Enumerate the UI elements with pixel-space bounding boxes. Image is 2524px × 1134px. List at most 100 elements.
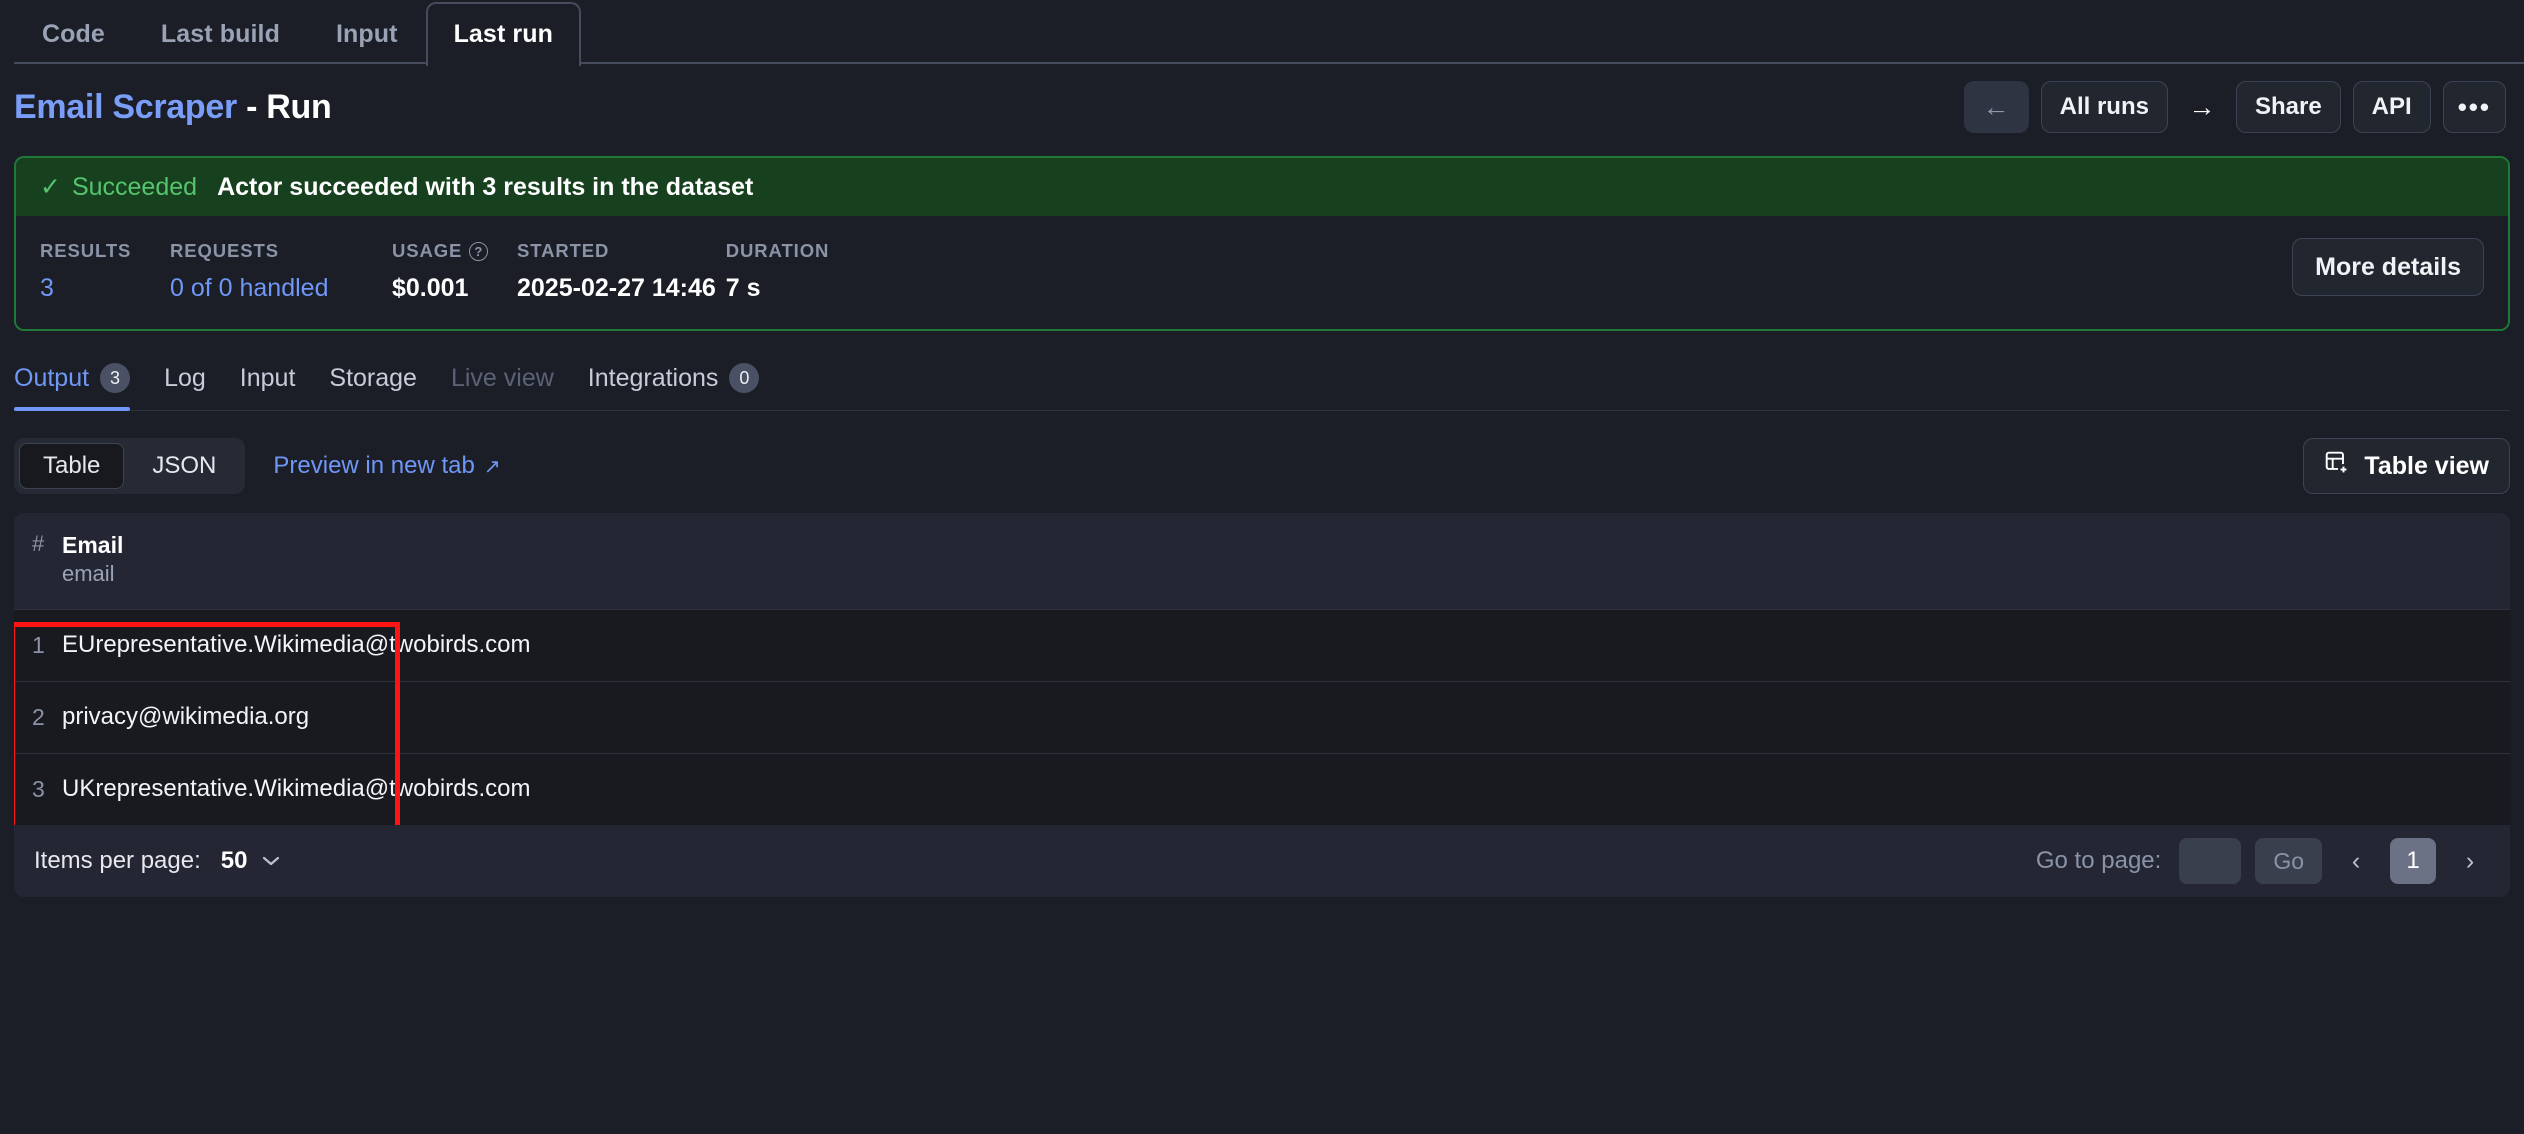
tab-input[interactable]: Input	[223, 345, 313, 411]
page-title-suffix: - Run	[246, 87, 332, 126]
all-runs-button[interactable]: All runs	[2040, 81, 2168, 133]
run-status-card: ✓ Succeeded Actor succeeded with 3 resul…	[14, 156, 2510, 331]
row-index: 2	[14, 680, 62, 754]
header-index-cell: #	[14, 513, 62, 610]
tab-storage[interactable]: Storage	[312, 345, 434, 411]
pagination-controls: Go to page: Go ‹ 1 ›	[2035, 838, 2490, 885]
stat-started-label: STARTED	[517, 240, 610, 261]
stat-results: RESULTS 3	[40, 240, 160, 303]
api-button[interactable]: API	[2352, 81, 2431, 133]
status-message: Actor succeeded with 3 results in the da…	[217, 172, 754, 201]
check-icon: ✓	[40, 172, 61, 201]
page-title: Email Scraper - Run	[14, 87, 332, 127]
run-section-tabs: Output 3 Log Input Storage Live view Int…	[14, 345, 2510, 411]
output-view-controls: Table JSON Preview in new tab ↗ Table vi…	[14, 437, 2510, 495]
header-actions: ← All runs → Share API •••	[1963, 81, 2506, 133]
top-tab-input[interactable]: Input	[308, 2, 426, 64]
items-per-page-label: Items per page:	[34, 847, 201, 875]
tab-integrations-label: Integrations	[587, 363, 719, 392]
table-row[interactable]: 1 EUrepresentative.Wikimedia@twobirds.co…	[14, 608, 2510, 682]
table-body: 1 EUrepresentative.Wikimedia@twobirds.co…	[14, 608, 2510, 826]
page-header: Email Scraper - Run ← All runs → Share A…	[0, 64, 2524, 150]
arrow-right-icon: →	[2188, 91, 2216, 122]
table-head: # Email email	[14, 513, 2510, 610]
go-to-page-label: Go to page:	[2035, 847, 2162, 875]
table-row[interactable]: 3 UKrepresentative.Wikimedia@twobirds.co…	[14, 752, 2510, 826]
stat-usage: USAGE ? $0.001	[392, 240, 507, 303]
view-mode-json[interactable]: JSON	[128, 443, 240, 489]
stat-requests-value[interactable]: 0 of 0 handled	[170, 274, 382, 303]
actor-name-link[interactable]: Email Scraper	[14, 88, 237, 126]
more-details-button[interactable]: More details	[2292, 238, 2484, 296]
dataset-table-container: # Email email 1 EUrepresentative.Wikimed…	[14, 513, 2510, 826]
tab-log[interactable]: Log	[147, 345, 223, 411]
items-per-page-group: Items per page: 50	[34, 847, 281, 875]
stat-usage-value: $0.001	[392, 274, 469, 302]
tab-integrations-badge: 0	[729, 363, 760, 393]
top-tab-code[interactable]: Code	[14, 2, 133, 64]
stat-usage-label: USAGE	[392, 240, 463, 261]
actor-top-tabbar: Code Last build Input Last run	[0, 0, 2524, 66]
tab-live-view-label: Live view	[450, 363, 554, 392]
tab-output-label: Output	[14, 363, 90, 392]
chevron-left-icon: ‹	[2351, 846, 2361, 875]
table-view-label: Table view	[2364, 451, 2489, 480]
run-status-banner: ✓ Succeeded Actor succeeded with 3 resul…	[16, 158, 2508, 216]
row-index: 1	[14, 608, 62, 682]
top-tab-last-build[interactable]: Last build	[133, 2, 308, 64]
header-email-title: Email	[62, 532, 124, 558]
stat-started-value: 2025-02-27 14:46	[517, 274, 716, 302]
table-header-row: # Email email	[14, 513, 2510, 610]
view-mode-table[interactable]: Table	[19, 443, 125, 489]
external-link-icon: ↗	[483, 455, 501, 478]
status-badge: ✓ Succeeded	[40, 173, 197, 202]
go-button[interactable]: Go	[2255, 838, 2322, 885]
items-per-page-value: 50	[220, 847, 248, 875]
previous-run-button[interactable]: ←	[1963, 81, 2029, 133]
run-stats-row: RESULTS 3 REQUESTS 0 of 0 handled USAGE …	[16, 216, 2508, 329]
tab-storage-label: Storage	[329, 363, 417, 392]
stat-duration-label: DURATION	[725, 240, 830, 261]
chevron-right-icon: ›	[2465, 846, 2475, 875]
tab-input-label: Input	[239, 363, 296, 392]
tab-integrations[interactable]: Integrations 0	[571, 345, 777, 411]
row-email: privacy@wikimedia.org	[62, 680, 2510, 754]
stat-requests-label: REQUESTS	[170, 240, 279, 261]
share-button[interactable]: Share	[2235, 81, 2341, 133]
stat-results-value[interactable]: 3	[40, 274, 160, 303]
preview-link-label: Preview in new tab	[273, 452, 475, 479]
dataset-table: # Email email 1 EUrepresentative.Wikimed…	[14, 513, 2510, 826]
help-icon[interactable]: ?	[469, 241, 489, 261]
status-label: Succeeded	[71, 172, 198, 201]
next-run-button[interactable]: →	[2180, 81, 2224, 133]
header-email-key: email	[62, 561, 115, 587]
stat-started: STARTED 2025-02-27 14:46	[517, 240, 716, 303]
tab-live-view: Live view	[434, 345, 571, 411]
stat-duration: DURATION 7 s	[726, 240, 829, 303]
page-number-1[interactable]: 1	[2390, 838, 2436, 885]
row-email: EUrepresentative.Wikimedia@twobirds.com	[62, 608, 2510, 682]
stat-duration-value: 7 s	[725, 274, 761, 302]
arrow-left-icon: ←	[1982, 91, 2010, 122]
table-row[interactable]: 2 privacy@wikimedia.org	[14, 680, 2510, 754]
table-add-icon	[2324, 450, 2350, 483]
chevron-down-icon	[261, 850, 281, 873]
more-options-button[interactable]: •••	[2442, 81, 2506, 133]
tab-log-label: Log	[164, 363, 206, 392]
go-to-page-input[interactable]	[2179, 838, 2242, 885]
header-index-label: #	[32, 531, 45, 556]
view-mode-switch: Table JSON	[14, 438, 246, 494]
top-tab-last-run[interactable]: Last run	[425, 2, 581, 66]
preview-in-new-tab-link[interactable]: Preview in new tab ↗	[273, 452, 500, 480]
table-footer: Items per page: 50 Go to page: Go ‹ 1 ›	[14, 825, 2510, 898]
stat-requests: REQUESTS 0 of 0 handled	[170, 240, 382, 303]
next-page-button[interactable]: ›	[2450, 838, 2490, 884]
header-email-cell[interactable]: Email email	[62, 513, 2510, 610]
table-view-button[interactable]: Table view	[2303, 438, 2510, 494]
row-index: 3	[14, 752, 62, 826]
tab-output[interactable]: Output 3	[14, 345, 147, 411]
stat-results-label: RESULTS	[40, 240, 132, 261]
previous-page-button[interactable]: ‹	[2336, 838, 2376, 884]
row-email: UKrepresentative.Wikimedia@twobirds.com	[62, 752, 2510, 826]
items-per-page-select[interactable]: 50	[221, 847, 282, 875]
